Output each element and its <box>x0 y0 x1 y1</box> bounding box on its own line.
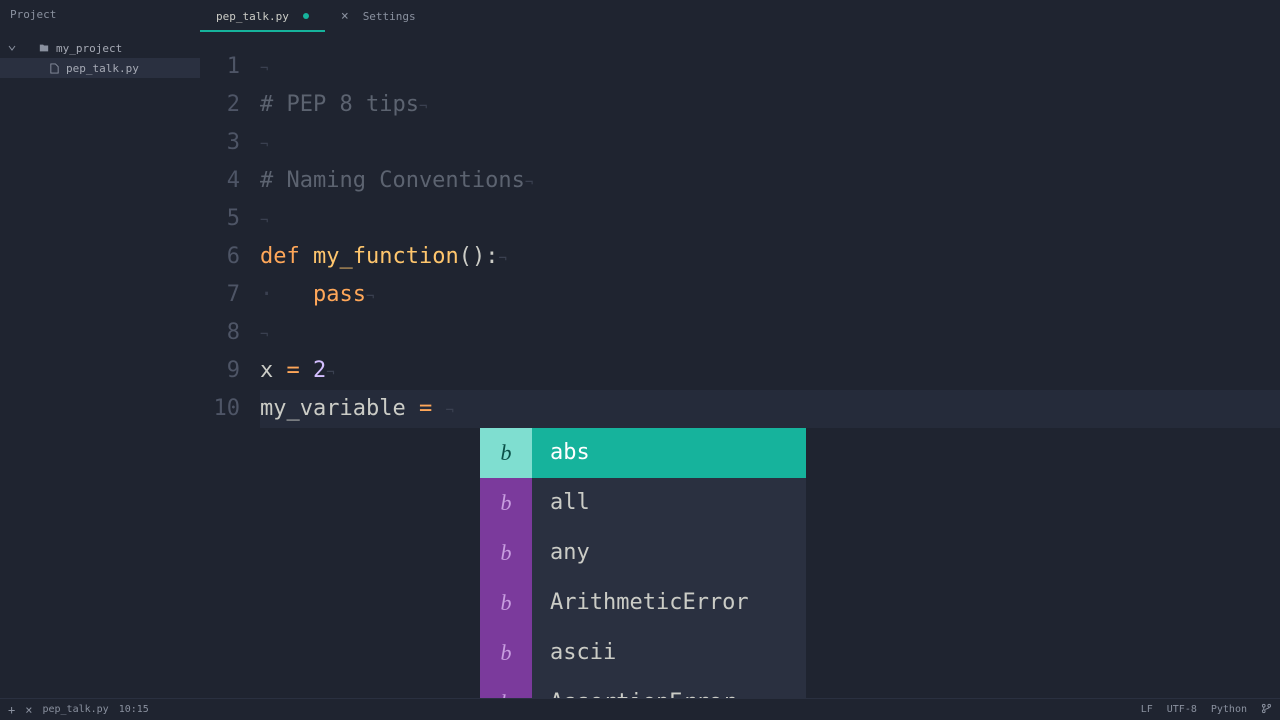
eol-marker-icon: ¬ <box>260 61 268 77</box>
code-line[interactable]: ¬ <box>260 200 1280 238</box>
code-line[interactable]: # PEP 8 tips¬ <box>260 86 1280 124</box>
code-line[interactable]: ¬ <box>260 314 1280 352</box>
tab-bar: pep_talk.py × Settings <box>200 0 432 32</box>
autocomplete-label: ascii <box>532 634 616 672</box>
line-number: 4 <box>200 162 240 200</box>
close-panel-icon[interactable]: × <box>25 703 32 717</box>
line-gutter: 12345678910 <box>200 32 260 698</box>
line-number: 1 <box>200 48 240 86</box>
eol-marker-icon: ¬ <box>445 403 453 419</box>
tab-settings[interactable]: × Settings <box>325 0 432 32</box>
autocomplete-item[interactable]: ball <box>480 478 806 528</box>
autocomplete-label: AssertionError <box>532 684 735 698</box>
main-area: my_project pep_talk.py 12345678910 babsb… <box>0 32 1280 698</box>
status-bar: + × pep_talk.py 10:15 LF UTF-8 Python <box>0 698 1280 720</box>
dirty-indicator-icon <box>303 13 309 19</box>
autocomplete-label: any <box>532 534 590 572</box>
autocomplete-kind-badge: b <box>480 428 532 478</box>
status-cursor[interactable]: 10:15 <box>119 704 149 715</box>
folder-name: my_project <box>56 42 122 55</box>
line-number: 8 <box>200 314 240 352</box>
code-line[interactable]: · pass¬ <box>260 276 1280 314</box>
line-number: 10 <box>200 390 240 428</box>
eol-marker-icon: ¬ <box>260 327 268 343</box>
line-number: 7 <box>200 276 240 314</box>
tab-label: pep_talk.py <box>216 10 289 23</box>
project-panel-label: Project <box>0 0 200 32</box>
line-number: 5 <box>200 200 240 238</box>
close-icon[interactable]: × <box>341 9 349 24</box>
code-line[interactable]: my_variable = ¬ <box>260 390 1280 428</box>
line-number: 9 <box>200 352 240 390</box>
autocomplete-item[interactable]: bany <box>480 528 806 578</box>
eol-marker-icon: ¬ <box>260 213 268 229</box>
code-content[interactable]: babsballbanybArithmeticErrorbasciibAsser… <box>260 32 1280 698</box>
status-language[interactable]: Python <box>1211 704 1247 715</box>
git-branch-icon[interactable] <box>1261 703 1272 717</box>
eol-marker-icon: ¬ <box>498 251 506 267</box>
code-line[interactable]: def my_function():¬ <box>260 238 1280 276</box>
autocomplete-label: all <box>532 484 590 522</box>
code-line[interactable]: ¬ <box>260 124 1280 162</box>
autocomplete-kind-badge: b <box>480 628 532 678</box>
autocomplete-item[interactable]: bAssertionError <box>480 678 806 698</box>
eol-marker-icon: ¬ <box>419 99 427 115</box>
tree-file[interactable]: pep_talk.py <box>0 58 200 78</box>
code-editor[interactable]: 12345678910 babsballbanybArithmeticError… <box>200 32 1280 698</box>
project-sidebar[interactable]: my_project pep_talk.py <box>0 32 200 698</box>
code-line[interactable]: ¬ <box>260 48 1280 86</box>
line-number: 3 <box>200 124 240 162</box>
tab-pep_talk-py[interactable]: pep_talk.py <box>200 0 325 32</box>
eol-marker-icon: ¬ <box>525 175 533 191</box>
chevron-down-icon <box>8 44 16 52</box>
autocomplete-kind-badge: b <box>480 528 532 578</box>
status-encoding[interactable]: UTF-8 <box>1167 704 1197 715</box>
status-line-ending[interactable]: LF <box>1141 704 1153 715</box>
code-line[interactable]: # Naming Conventions¬ <box>260 162 1280 200</box>
autocomplete-item[interactable]: babs <box>480 428 806 478</box>
tab-label: Settings <box>363 10 416 23</box>
top-bar: Project pep_talk.py × Settings <box>0 0 1280 32</box>
eol-marker-icon: ¬ <box>326 365 334 381</box>
autocomplete-label: ArithmeticError <box>532 584 749 622</box>
code-line[interactable]: x = 2¬ <box>260 352 1280 390</box>
autocomplete-item[interactable]: bArithmeticError <box>480 578 806 628</box>
autocomplete-kind-badge: b <box>480 478 532 528</box>
autocomplete-popup[interactable]: babsballbanybArithmeticErrorbasciibAsser… <box>480 428 806 698</box>
eol-marker-icon: ¬ <box>366 289 374 305</box>
autocomplete-item[interactable]: bascii <box>480 628 806 678</box>
status-filename[interactable]: pep_talk.py <box>42 704 108 715</box>
autocomplete-kind-badge: b <box>480 578 532 628</box>
autocomplete-label: abs <box>532 434 590 472</box>
eol-marker-icon: ¬ <box>260 137 268 153</box>
new-file-icon[interactable]: + <box>8 703 15 717</box>
autocomplete-kind-badge: b <box>480 678 532 698</box>
folder-icon <box>38 42 50 54</box>
line-number: 2 <box>200 86 240 124</box>
file-icon <box>48 62 60 74</box>
file-name: pep_talk.py <box>66 62 139 75</box>
tree-folder-root[interactable]: my_project <box>0 38 200 58</box>
line-number: 6 <box>200 238 240 276</box>
